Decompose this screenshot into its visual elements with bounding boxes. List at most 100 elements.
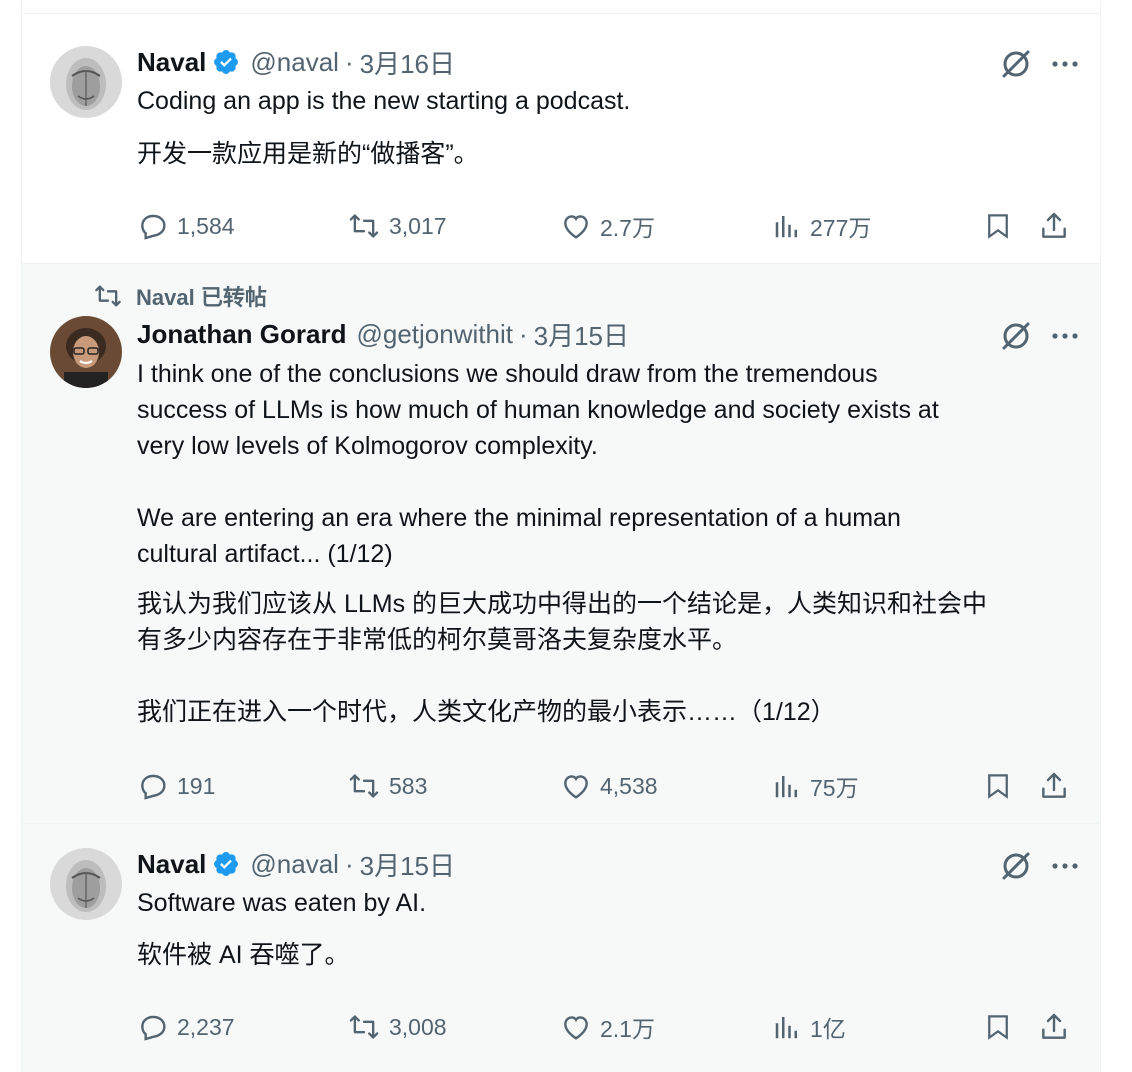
tweet-date[interactable]: 3月15日 — [534, 316, 629, 353]
tweet-header: Naval @naval · 3月16日 — [137, 44, 455, 80]
like-button[interactable]: 2.1万 — [560, 1007, 655, 1047]
retweet-icon — [349, 774, 379, 798]
separator-dot: · — [344, 848, 354, 879]
separator-dot: · — [344, 46, 354, 77]
views-icon — [775, 776, 797, 798]
retweet-icon — [349, 214, 379, 238]
timeline: Naval @naval · 3月16日 Coding an app is th… — [21, 0, 1101, 1072]
reply-count: 191 — [177, 772, 216, 799]
reply-button[interactable]: 191 — [137, 766, 215, 806]
reply-count: 2,237 — [177, 1013, 235, 1040]
grok-icon[interactable] — [1000, 320, 1032, 352]
avatar[interactable] — [50, 316, 122, 388]
handle[interactable]: @naval — [250, 47, 339, 78]
retweet-context[interactable]: Naval 已转帖 — [92, 280, 267, 312]
retweet-button[interactable]: 3,017 — [347, 206, 447, 246]
bookmark-icon — [988, 774, 1008, 799]
verified-badge-icon[interactable] — [212, 48, 240, 76]
views-count: 1亿 — [810, 1016, 846, 1042]
tweet-text-line: Software was eaten by AI. — [137, 889, 427, 917]
retweet-icon — [349, 1015, 379, 1039]
avatar[interactable] — [50, 46, 122, 118]
avatar-image-jonathan — [50, 316, 122, 388]
avatar-image-naval — [50, 46, 122, 118]
like-count: 2.1万 — [600, 1016, 655, 1042]
display-name[interactable]: Jonathan Gorard — [137, 319, 346, 350]
like-count: 2.7万 — [600, 215, 655, 241]
bookmark-button[interactable] — [983, 766, 1013, 806]
share-button[interactable] — [1038, 1007, 1070, 1047]
handle[interactable]: @getjonwithit — [356, 319, 512, 350]
translation-line: 开发一款应用是新的“做播客”。 — [137, 140, 479, 168]
retweet-button[interactable]: 583 — [347, 766, 427, 806]
retweet-context-label: Naval 已转帖 — [136, 285, 267, 310]
translation-line — [137, 658, 1077, 694]
tweet-text-line: We are entering an era where the minimal… — [137, 504, 901, 532]
action-bar: 191 583 4,538 75万 — [137, 766, 1072, 806]
tweet-text-line: I think one of the conclusions we should… — [137, 360, 878, 388]
reply-icon — [141, 1015, 166, 1041]
more-icon[interactable] — [1050, 49, 1080, 79]
bookmark-button[interactable] — [983, 206, 1013, 246]
separator-dot: · — [518, 318, 528, 349]
tweet-text-line — [137, 464, 1067, 500]
tweet-text-line: cultural artifact... (1/12) — [137, 540, 393, 568]
tweet-3[interactable]: Naval @naval · 3月15日 Software was eaten … — [22, 824, 1100, 1072]
share-button[interactable] — [1038, 206, 1070, 246]
tweet-translation: 软件被 AI 吞噬了。 — [137, 937, 1077, 973]
handle[interactable]: @naval — [250, 849, 339, 880]
tweet-translation: 我认为我们应该从 LLMs 的巨大成功中得出的一个结论是，人类知识和社会中 有多… — [137, 586, 1077, 730]
like-icon — [564, 1016, 588, 1040]
grok-icon[interactable] — [1000, 48, 1032, 80]
like-icon — [564, 215, 588, 239]
retweet-button[interactable]: 3,008 — [347, 1007, 447, 1047]
retweet-icon — [95, 285, 121, 307]
tweet-2[interactable]: Naval 已转帖 Jonathan Gorard @getjonwithit … — [22, 264, 1100, 824]
views-button[interactable]: 75万 — [772, 766, 859, 806]
views-button[interactable]: 277万 — [772, 206, 871, 246]
tweet-1[interactable]: Naval @naval · 3月16日 Coding an app is th… — [22, 14, 1100, 264]
avatar[interactable] — [50, 848, 122, 920]
bookmark-button[interactable] — [983, 1007, 1013, 1047]
retweet-count: 583 — [389, 772, 428, 799]
tweet-date[interactable]: 3月15日 — [360, 846, 455, 883]
tweet-header: Jonathan Gorard @getjonwithit · 3月15日 — [137, 316, 629, 352]
translation-line: 我们正在进入一个时代，人类文化产物的最小表示……（1/12） — [137, 698, 836, 726]
like-icon — [564, 775, 588, 799]
share-icon — [1042, 212, 1066, 238]
retweet-count: 3,008 — [389, 1013, 447, 1040]
translation-line: 软件被 AI 吞噬了。 — [137, 941, 350, 969]
grok-icon[interactable] — [1000, 850, 1032, 882]
views-button[interactable]: 1亿 — [772, 1007, 846, 1047]
reply-button[interactable]: 2,237 — [137, 1007, 235, 1047]
views-count: 75万 — [810, 775, 859, 801]
verified-badge-icon[interactable] — [212, 850, 240, 878]
translation-line: 有多少内容存在于非常低的柯尔莫哥洛夫复杂度水平。 — [137, 626, 738, 654]
more-icon[interactable] — [1050, 321, 1080, 351]
tweet-top-actions — [1000, 850, 1080, 882]
tweet-date[interactable]: 3月16日 — [360, 44, 455, 81]
reply-icon — [141, 774, 166, 800]
tweet-text: I think one of the conclusions we should… — [137, 356, 1067, 572]
views-count: 277万 — [810, 215, 872, 241]
share-button[interactable] — [1038, 766, 1070, 806]
like-button[interactable]: 4,538 — [560, 766, 658, 806]
tweet-translation: 开发一款应用是新的“做播客”。 — [137, 136, 1077, 172]
share-icon — [1042, 1013, 1066, 1039]
action-bar: 1,584 3,017 2.7万 277万 — [137, 206, 1072, 246]
tweet-text-line: Coding an app is the new starting a podc… — [137, 87, 631, 115]
action-bar: 2,237 3,008 2.1万 1亿 — [137, 1007, 1072, 1047]
views-icon — [775, 1017, 797, 1039]
share-icon — [1042, 772, 1066, 798]
display-name[interactable]: Naval — [137, 47, 206, 78]
reply-button[interactable]: 1,584 — [137, 206, 235, 246]
tweet-text: Software was eaten by AI. — [137, 885, 1067, 921]
tweet-text-line: very low levels of Kolmogorov complexity… — [137, 432, 598, 460]
like-button[interactable]: 2.7万 — [560, 206, 655, 246]
display-name[interactable]: Naval — [137, 849, 206, 880]
more-icon[interactable] — [1050, 851, 1080, 881]
avatar-image-naval — [50, 848, 122, 920]
tweet-top-actions — [1000, 320, 1080, 352]
tweet-header: Naval @naval · 3月15日 — [137, 846, 455, 882]
tweet-top-actions — [1000, 48, 1080, 80]
